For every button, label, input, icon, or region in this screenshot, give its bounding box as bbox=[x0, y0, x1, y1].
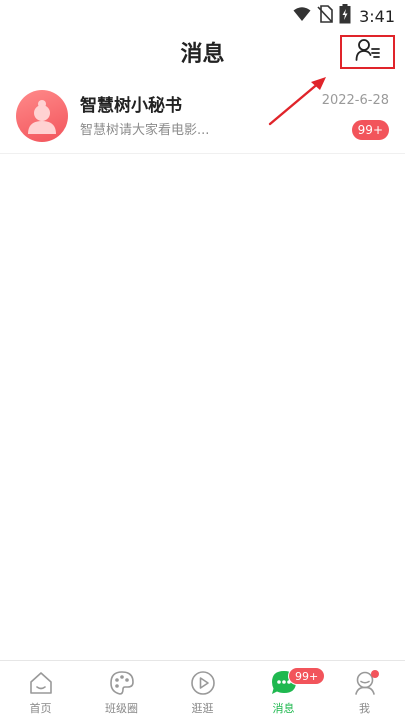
notification-dot bbox=[371, 670, 379, 678]
tab-browse[interactable]: 逛逛 bbox=[162, 661, 243, 720]
tab-me[interactable]: 我 bbox=[324, 661, 405, 720]
status-bar: 3:41 bbox=[0, 0, 405, 30]
tab-label: 我 bbox=[359, 702, 370, 715]
header: 消息 bbox=[0, 30, 405, 76]
tab-unread-badge: 99+ bbox=[288, 667, 326, 685]
tab-label: 逛逛 bbox=[191, 702, 214, 715]
tab-label: 班级圈 bbox=[105, 702, 138, 715]
contacts-icon bbox=[355, 38, 381, 66]
chat-name: 智慧树小秘书 bbox=[80, 96, 182, 116]
play-icon bbox=[189, 669, 217, 697]
home-icon bbox=[27, 669, 55, 697]
avatar bbox=[16, 90, 68, 142]
battery-charging-icon bbox=[339, 4, 351, 28]
contacts-button[interactable] bbox=[340, 35, 395, 69]
status-time: 3:41 bbox=[359, 6, 395, 26]
chat-list-item[interactable]: 智慧树小秘书 智慧树请大家看电影... 2022-6-28 99+ bbox=[0, 80, 405, 154]
bottom-tab-bar: 首页 班级圈 逛逛 消息 99+ 我 bbox=[0, 660, 405, 720]
palette-icon bbox=[108, 669, 136, 697]
chat-preview: 智慧树请大家看电影... bbox=[80, 123, 210, 138]
chat-date: 2022-6-28 bbox=[321, 93, 389, 108]
unread-badge: 99+ bbox=[351, 120, 389, 140]
tab-messages[interactable]: 消息 99+ bbox=[243, 661, 326, 720]
no-sim-icon bbox=[317, 5, 333, 27]
tab-label: 消息 bbox=[272, 702, 295, 715]
tab-label: 首页 bbox=[29, 702, 52, 715]
wifi-icon bbox=[293, 6, 311, 26]
tab-class-circle[interactable]: 班级圈 bbox=[81, 661, 162, 720]
tab-home[interactable]: 首页 bbox=[0, 661, 81, 720]
